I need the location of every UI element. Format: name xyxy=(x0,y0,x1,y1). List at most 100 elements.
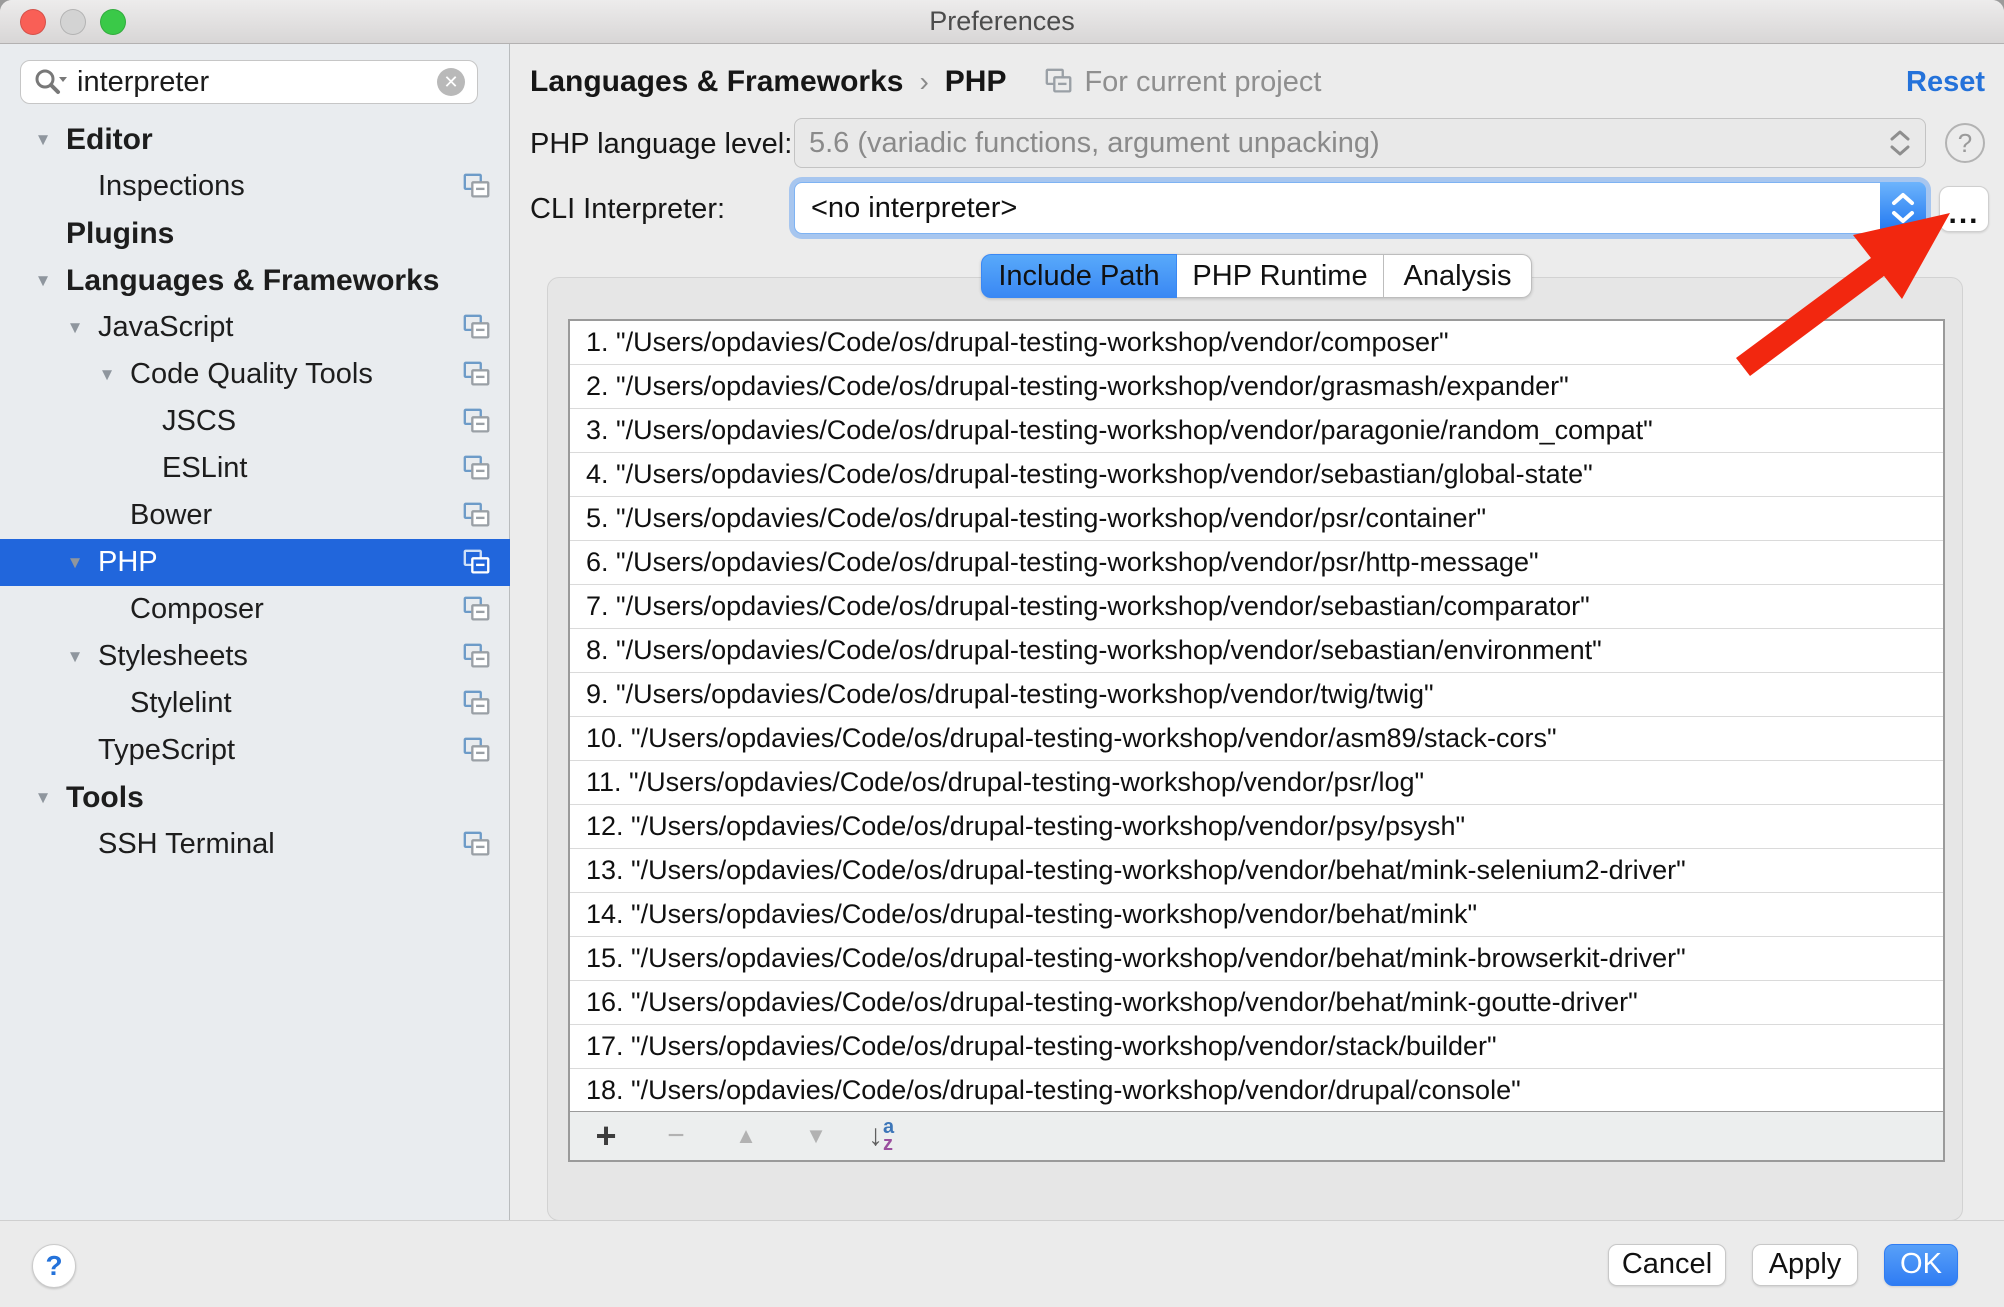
cli-stepper-icon[interactable] xyxy=(1880,182,1926,234)
sidebar-item-label: Plugins xyxy=(66,217,174,251)
project-settings-icon xyxy=(462,689,492,719)
language-level-help-icon[interactable]: ? xyxy=(1945,123,1985,163)
include-path-row[interactable]: 18. "/Users/opdavies/Code/os/drupal-test… xyxy=(570,1069,1943,1113)
disclosure-triangle-icon[interactable]: ▼ xyxy=(20,130,66,150)
cli-interpreter-value: <no interpreter> xyxy=(795,192,1880,225)
cancel-button[interactable]: Cancel xyxy=(1608,1244,1726,1286)
sidebar-item-eslint[interactable]: ESLint xyxy=(0,445,510,492)
sidebar-item-ssh-terminal[interactable]: SSH Terminal xyxy=(0,821,510,868)
include-path-row[interactable]: 9. "/Users/opdavies/Code/os/drupal-testi… xyxy=(570,673,1943,717)
include-path-row[interactable]: 11. "/Users/opdavies/Code/os/drupal-test… xyxy=(570,761,1943,805)
settings-search-field[interactable]: ✕ xyxy=(20,60,478,104)
include-path-row[interactable]: 4. "/Users/opdavies/Code/os/drupal-testi… xyxy=(570,453,1943,497)
include-path-row[interactable]: 5. "/Users/opdavies/Code/os/drupal-testi… xyxy=(570,497,1943,541)
sidebar-item-stylelint[interactable]: Stylelint xyxy=(0,680,510,727)
include-path-row[interactable]: 3. "/Users/opdavies/Code/os/drupal-testi… xyxy=(570,409,1943,453)
project-settings-icon xyxy=(462,548,492,578)
project-settings-icon xyxy=(462,360,492,390)
breadcrumb: Languages & Frameworks › PHP For current… xyxy=(530,60,1321,104)
title-bar: Preferences xyxy=(0,0,2004,44)
footer-buttons: Cancel Apply OK xyxy=(1608,1221,1958,1307)
sidebar-item-jscs[interactable]: JSCS xyxy=(0,398,510,445)
breadcrumb-section: Languages & Frameworks xyxy=(530,65,903,99)
project-scope-icon xyxy=(1044,67,1074,97)
include-path-row[interactable]: 12. "/Users/opdavies/Code/os/drupal-test… xyxy=(570,805,1943,849)
minimize-window-button[interactable] xyxy=(60,9,86,35)
include-path-rows: 1. "/Users/opdavies/Code/os/drupal-testi… xyxy=(570,321,1943,1113)
project-settings-icon xyxy=(462,830,492,860)
search-input[interactable] xyxy=(75,65,437,100)
sort-alphabetically-icon[interactable]: ↓ a z xyxy=(868,1119,894,1153)
tab-analysis[interactable]: Analysis xyxy=(1384,254,1532,298)
include-path-row[interactable]: 2. "/Users/opdavies/Code/os/drupal-testi… xyxy=(570,365,1943,409)
include-path-row[interactable]: 7. "/Users/opdavies/Code/os/drupal-testi… xyxy=(570,585,1943,629)
sidebar-item-tools[interactable]: ▼Tools xyxy=(0,774,510,821)
ok-button[interactable]: OK xyxy=(1884,1244,1958,1286)
breadcrumb-page: PHP xyxy=(945,65,1007,99)
language-level-select[interactable]: 5.6 (variadic functions, argument unpack… xyxy=(794,118,1926,168)
dialog-footer: ? Cancel Apply OK xyxy=(0,1220,2004,1307)
sidebar-item-label: Stylelint xyxy=(130,687,232,720)
zoom-window-button[interactable] xyxy=(100,9,126,35)
disclosure-triangle-icon[interactable]: ▼ xyxy=(52,647,98,667)
project-settings-icon xyxy=(462,172,492,202)
project-settings-icon xyxy=(462,736,492,766)
include-path-row[interactable]: 15. "/Users/opdavies/Code/os/drupal-test… xyxy=(570,937,1943,981)
sidebar-item-inspections[interactable]: Inspections xyxy=(0,163,510,210)
sidebar-item-stylesheets[interactable]: ▼Stylesheets xyxy=(0,633,510,680)
include-path-row[interactable]: 17. "/Users/opdavies/Code/os/drupal-test… xyxy=(570,1025,1943,1069)
sidebar-item-editor[interactable]: ▼Editor xyxy=(0,116,510,163)
sidebar-item-plugins[interactable]: Plugins xyxy=(0,210,510,257)
add-path-icon[interactable]: + xyxy=(588,1115,624,1157)
include-path-row[interactable]: 1. "/Users/opdavies/Code/os/drupal-testi… xyxy=(570,321,1943,365)
sidebar-item-label: Bower xyxy=(130,499,212,532)
include-path-listbox: 1. "/Users/opdavies/Code/os/drupal-testi… xyxy=(568,319,1945,1162)
disclosure-triangle-icon[interactable]: ▼ xyxy=(84,365,130,385)
include-path-row[interactable]: 13. "/Users/opdavies/Code/os/drupal-test… xyxy=(570,849,1943,893)
cli-interpreter-label: CLI Interpreter: xyxy=(530,193,725,226)
sidebar-item-composer[interactable]: Composer xyxy=(0,586,510,633)
sidebar-item-languages-frameworks[interactable]: ▼Languages & Frameworks xyxy=(0,257,510,304)
move-up-icon[interactable]: ▲ xyxy=(728,1123,764,1149)
project-settings-icon xyxy=(462,407,492,437)
remove-path-icon[interactable]: − xyxy=(658,1119,694,1153)
sidebar-item-label: ESLint xyxy=(162,452,247,485)
sidebar-item-bower[interactable]: Bower xyxy=(0,492,510,539)
close-window-button[interactable] xyxy=(20,9,46,35)
sidebar-item-javascript[interactable]: ▼JavaScript xyxy=(0,304,510,351)
help-button[interactable]: ? xyxy=(32,1244,76,1288)
stepper-icon xyxy=(1889,129,1911,157)
scope-label: For current project xyxy=(1084,66,1321,99)
reset-link[interactable]: Reset xyxy=(1906,60,1985,104)
disclosure-triangle-icon[interactable]: ▼ xyxy=(20,788,66,808)
include-path-row[interactable]: 10. "/Users/opdavies/Code/os/drupal-test… xyxy=(570,717,1943,761)
disclosure-triangle-icon[interactable]: ▼ xyxy=(20,271,66,291)
apply-button[interactable]: Apply xyxy=(1752,1244,1858,1286)
disclosure-triangle-icon[interactable]: ▼ xyxy=(52,553,98,573)
include-path-panel: 1. "/Users/opdavies/Code/os/drupal-testi… xyxy=(547,277,1963,1221)
window-title: Preferences xyxy=(929,6,1075,37)
language-level-label: PHP language level: xyxy=(530,128,792,161)
cli-interpreter-select[interactable]: <no interpreter> xyxy=(794,182,1926,234)
include-path-row[interactable]: 14. "/Users/opdavies/Code/os/drupal-test… xyxy=(570,893,1943,937)
tab-php-runtime[interactable]: PHP Runtime xyxy=(1177,254,1384,298)
include-path-row[interactable]: 8. "/Users/opdavies/Code/os/drupal-testi… xyxy=(570,629,1943,673)
clear-search-icon[interactable]: ✕ xyxy=(437,68,465,96)
sidebar-item-label: PHP xyxy=(98,546,158,579)
include-path-row[interactable]: 16. "/Users/opdavies/Code/os/drupal-test… xyxy=(570,981,1943,1025)
preferences-window: Preferences ✕ ▼EditorInspectionsPlugins▼… xyxy=(0,0,2004,1307)
browse-interpreters-button[interactable]: ... xyxy=(1939,186,1989,232)
language-level-value: 5.6 (variadic functions, argument unpack… xyxy=(809,127,1889,160)
sidebar-item-label: Stylesheets xyxy=(98,640,248,673)
disclosure-triangle-icon[interactable]: ▼ xyxy=(52,318,98,338)
tab-include-path[interactable]: Include Path xyxy=(981,254,1177,298)
search-icon xyxy=(33,67,67,97)
settings-main-panel: Languages & Frameworks › PHP For current… xyxy=(511,44,2004,1220)
sidebar-item-typescript[interactable]: TypeScript xyxy=(0,727,510,774)
php-settings-tabs: Include PathPHP RuntimeAnalysis xyxy=(981,254,1532,298)
include-path-row[interactable]: 6. "/Users/opdavies/Code/os/drupal-testi… xyxy=(570,541,1943,585)
sidebar-item-code-quality-tools[interactable]: ▼Code Quality Tools xyxy=(0,351,510,398)
settings-sidebar: ✕ ▼EditorInspections Plugins ▼Languages & … xyxy=(0,44,510,1220)
sidebar-item-php[interactable]: ▼PHP xyxy=(0,539,510,586)
move-down-icon[interactable]: ▼ xyxy=(798,1123,834,1149)
